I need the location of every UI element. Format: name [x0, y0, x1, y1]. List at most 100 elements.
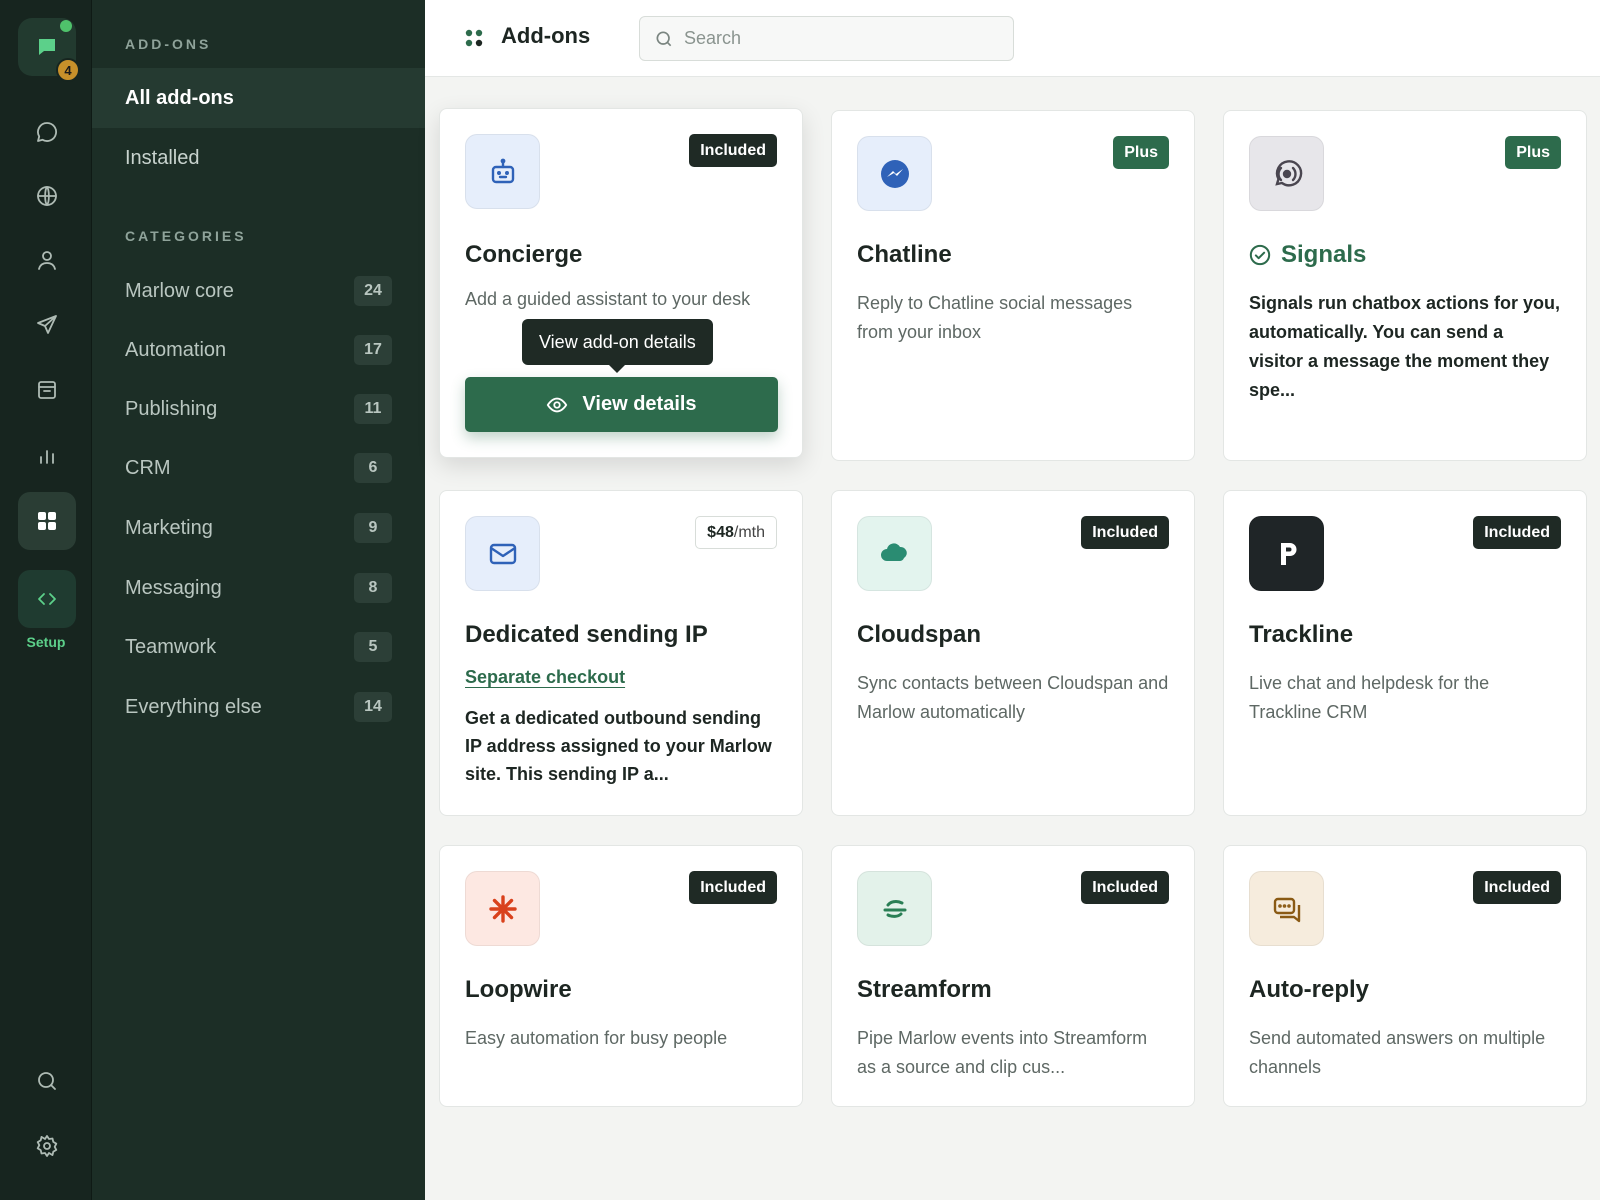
- settings-nav-button[interactable]: [18, 1117, 76, 1175]
- reports-nav-button[interactable]: [18, 426, 76, 484]
- included-tag: Included: [1081, 516, 1169, 549]
- category-count-badge: 11: [354, 394, 392, 424]
- archive-nav-button[interactable]: [18, 361, 76, 419]
- category-count-badge: 6: [354, 453, 392, 483]
- view-details-label: View details: [582, 393, 697, 415]
- category-count-badge: 14: [354, 692, 392, 722]
- included-tag: Included: [1473, 871, 1561, 904]
- category-count-badge: 17: [354, 335, 392, 365]
- category-count-badge: 9: [354, 513, 392, 543]
- installed-check-icon: [1249, 244, 1271, 266]
- price-amount: $48: [707, 523, 734, 541]
- plus-tag: Plus: [1113, 136, 1169, 169]
- broadcast-icon: [1249, 136, 1324, 211]
- price-unit: /mth: [733, 523, 765, 541]
- send-icon: [37, 315, 57, 334]
- notification-count-badge: 4: [56, 58, 80, 82]
- addon-card-loopwire[interactable]: Included Loopwire Easy automation for bu…: [439, 845, 803, 1107]
- separate-checkout-link[interactable]: Separate checkout: [465, 667, 625, 688]
- person-icon: [38, 251, 56, 270]
- addon-card-signals[interactable]: Plus Signals Signals run chatbox actions…: [1223, 110, 1587, 461]
- included-tag: Included: [689, 871, 777, 904]
- asterisk-icon: [465, 871, 540, 946]
- addon-card-streamform[interactable]: Included Streamform Pipe Marlow events i…: [831, 845, 1195, 1107]
- addon-title: Trackline: [1249, 621, 1354, 648]
- addon-card-auto-reply[interactable]: Included Auto-reply Send automated answe…: [1223, 845, 1587, 1107]
- setup-nav-button[interactable]: [18, 570, 76, 628]
- eye-icon: [547, 397, 568, 412]
- robot-icon: [465, 134, 540, 209]
- addon-description: Add a guided assistant to your desk: [465, 289, 751, 309]
- search-input[interactable]: [684, 28, 984, 49]
- addon-title: Signals: [1281, 241, 1367, 268]
- category-item-messaging[interactable]: Messaging 8: [92, 568, 425, 608]
- addon-title-installed: Signals: [1249, 241, 1366, 269]
- chat-nav-button[interactable]: [18, 103, 76, 161]
- archive-icon: [38, 381, 56, 399]
- addon-description: Pipe Marlow events into Streamform as a …: [857, 1028, 1148, 1077]
- included-tag: Included: [1473, 516, 1561, 549]
- addon-description: Easy automation for busy people: [465, 1028, 728, 1048]
- category-label: Messaging: [125, 576, 222, 599]
- icon-rail: 4 Setup: [0, 0, 92, 1200]
- category-count-badge: 8: [354, 573, 392, 603]
- price-tag: $48/mth: [695, 516, 777, 549]
- addon-card-trackline[interactable]: Included Trackline Live chat and helpdes…: [1223, 490, 1587, 816]
- addon-title: Streamform: [857, 976, 992, 1003]
- addon-card-concierge[interactable]: Included Concierge Add a guided assistan…: [439, 108, 803, 458]
- category-item-everything-else[interactable]: Everything else 14: [92, 687, 425, 727]
- streamform-icon: [857, 871, 932, 946]
- included-tag: Included: [1081, 871, 1169, 904]
- addons-nav-button[interactable]: [18, 492, 76, 550]
- view-details-tooltip: View add-on details: [522, 319, 713, 373]
- category-label: Teamwork: [125, 635, 217, 658]
- globe-nav-button[interactable]: [18, 167, 76, 225]
- online-status-dot: [60, 20, 72, 32]
- addon-description: Reply to Chatline social messages from y…: [857, 293, 1133, 342]
- category-item-crm[interactable]: CRM 6: [92, 448, 425, 488]
- category-item-publishing[interactable]: Publishing 11: [92, 389, 425, 429]
- addons-section-heading: ADD-ONS: [125, 36, 212, 52]
- page-header: Add-ons: [425, 0, 1600, 77]
- addon-description: Signals run chatbox actions for you, aut…: [1249, 293, 1561, 400]
- chat-icon: [37, 122, 57, 142]
- category-item-marlow-core[interactable]: Marlow core 24: [92, 271, 425, 311]
- addon-card-dedicated-sending-ip[interactable]: $48/mth Dedicated sending IP Separate ch…: [439, 490, 803, 816]
- apps-icon: [38, 512, 56, 530]
- addon-description: Sync contacts between Cloudspan and Marl…: [857, 673, 1169, 722]
- view-details-button[interactable]: View details: [465, 377, 778, 432]
- addon-title: Auto-reply: [1249, 976, 1369, 1003]
- category-label: Everything else: [125, 695, 262, 718]
- search-icon: [656, 31, 672, 46]
- page-title: Add-ons: [501, 23, 591, 48]
- messenger-icon: [857, 136, 932, 211]
- contacts-nav-button[interactable]: [18, 231, 76, 289]
- search-box: [639, 16, 1014, 61]
- category-label: Automation: [125, 338, 227, 361]
- addon-title: Loopwire: [465, 976, 572, 1003]
- code-icon: [38, 593, 56, 605]
- setup-label: Setup: [26, 634, 66, 650]
- addon-card-cloudspan[interactable]: Included Cloudspan Sync contacts between…: [831, 490, 1195, 816]
- nav-item-all-addons[interactable]: All add-ons: [92, 68, 425, 128]
- search-nav-button[interactable]: [18, 1052, 76, 1110]
- addon-card-chatline[interactable]: Plus Chatline Reply to Chatline social m…: [831, 110, 1195, 461]
- inbox-logo-button[interactable]: 4: [18, 18, 80, 82]
- category-item-automation[interactable]: Automation 17: [92, 330, 425, 370]
- category-item-marketing[interactable]: Marketing 9: [92, 508, 425, 548]
- category-item-teamwork[interactable]: Teamwork 5: [92, 627, 425, 667]
- bar-chart-icon: [40, 450, 54, 464]
- category-label: Marlow core: [125, 279, 234, 302]
- campaigns-nav-button[interactable]: [18, 296, 76, 354]
- addon-description: Live chat and helpdesk for the Trackline…: [1249, 673, 1490, 722]
- addon-description: Get a dedicated outbound sending IP addr…: [465, 708, 772, 784]
- categories-section-heading: CATEGORIES: [125, 228, 247, 244]
- addon-description: Send automated answers on multiple chann…: [1249, 1028, 1546, 1077]
- addons-dots-icon: [465, 29, 483, 47]
- category-label: Publishing: [125, 397, 218, 420]
- cloud-icon: [857, 516, 932, 591]
- nav-item-installed[interactable]: Installed: [92, 128, 425, 188]
- addons-nav-panel: ADD-ONS All add-ons Installed CATEGORIES…: [92, 0, 425, 1200]
- included-tag: Included: [689, 134, 777, 167]
- globe-icon: [37, 186, 57, 206]
